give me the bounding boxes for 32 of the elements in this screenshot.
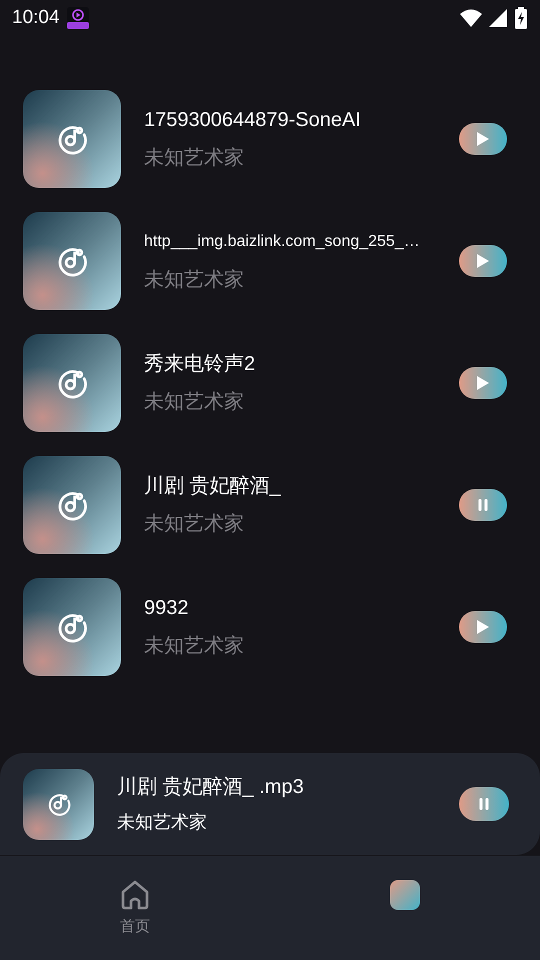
song-artist: 未知艺术家: [144, 512, 245, 537]
play-icon: [476, 619, 490, 635]
play-button[interactable]: [459, 123, 507, 155]
mini-player[interactable]: 川剧 贵妃醉酒_ .mp3 未知艺术家: [0, 753, 540, 855]
song-title: 1759300644879-SoneAI: [144, 108, 362, 133]
pause-icon: [476, 498, 490, 512]
song-title: http___img.baizlink.com_song_255_…: [144, 232, 421, 252]
play-button[interactable]: [459, 611, 507, 643]
play-icon: [476, 375, 490, 391]
song-title: 9932: [144, 596, 190, 621]
song-artist: 未知艺术家: [144, 268, 245, 293]
song-artist: 未知艺术家: [144, 390, 245, 415]
app-notification-icon: [66, 7, 90, 29]
wifi-icon: [460, 9, 482, 27]
song-title: 川剧 贵妃醉酒_: [144, 474, 282, 499]
status-time: 10:04: [12, 6, 60, 30]
battery-charging-icon: [514, 7, 528, 29]
music-tab-icon: [390, 880, 420, 910]
song-artist: 未知艺术家: [144, 634, 245, 659]
play-button[interactable]: [459, 245, 507, 277]
pause-button[interactable]: [459, 787, 509, 821]
song-artist: 未知艺术家: [144, 146, 245, 171]
pause-button[interactable]: [459, 489, 507, 521]
play-icon: [476, 131, 490, 147]
now-playing-artist: 未知艺术家: [117, 811, 208, 834]
play-button[interactable]: [459, 367, 507, 399]
song-title: 秀来电铃声2: [144, 352, 256, 377]
pause-icon: [477, 797, 491, 811]
now-playing-title: 川剧 贵妃醉酒_ .mp3: [117, 775, 305, 800]
play-icon: [476, 253, 490, 269]
home-icon: [121, 880, 149, 910]
signal-icon: [488, 8, 508, 28]
